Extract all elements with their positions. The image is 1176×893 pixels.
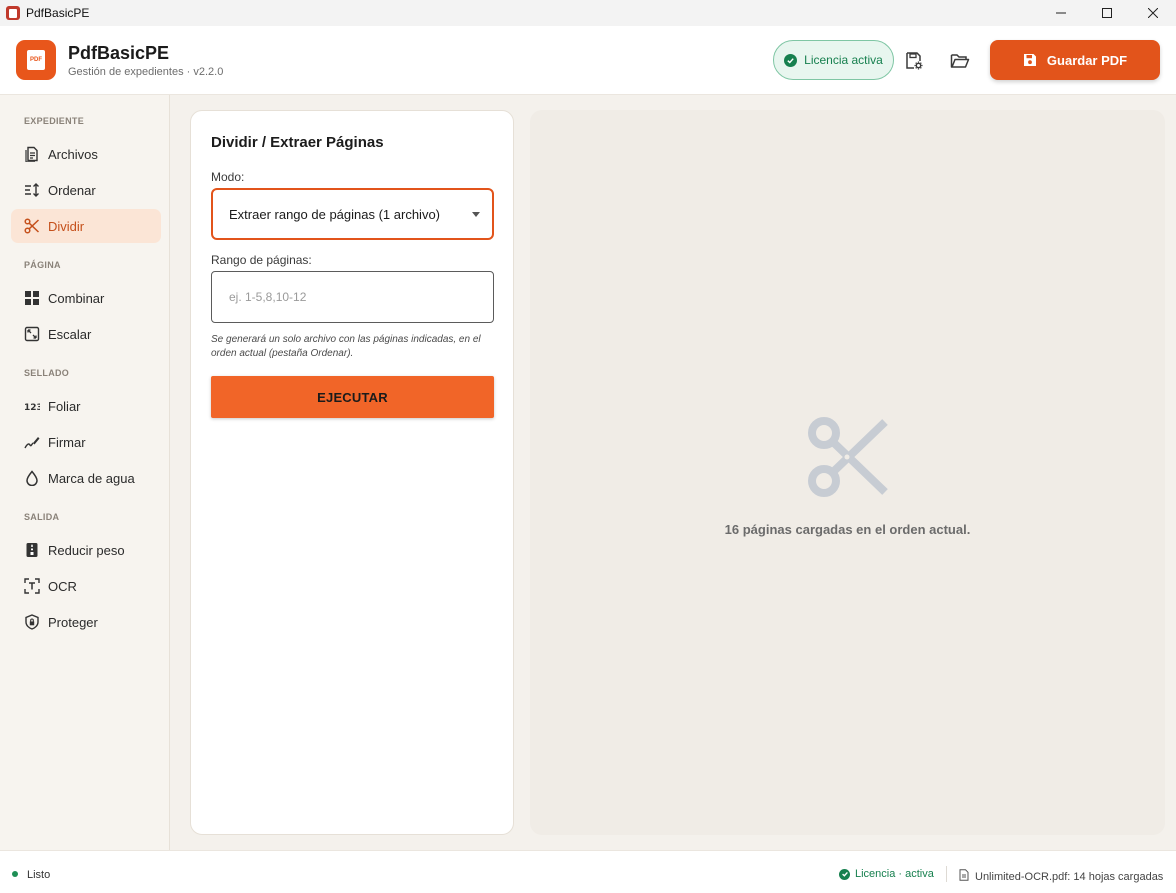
license-badge-label: Licencia activa <box>804 53 883 67</box>
split-panel: Dividir / Extraer Páginas Modo: Extraer … <box>190 110 514 835</box>
sidebar-item-dividir[interactable]: Dividir <box>11 209 161 243</box>
status-text: Listo <box>27 869 51 881</box>
license-badge[interactable]: Licencia activa <box>773 40 894 80</box>
scissors-icon <box>24 218 40 234</box>
sidebar-item-ordenar[interactable]: Ordenar <box>11 173 161 207</box>
sidebar-item-combinar[interactable]: Combinar <box>11 281 161 315</box>
maximize-icon[interactable] <box>1084 0 1130 26</box>
app-icon <box>6 6 20 20</box>
files-icon <box>24 146 40 162</box>
folder-open-icon[interactable] <box>949 50 971 72</box>
sort-icon <box>24 182 40 198</box>
sidebar-item-label: Foliar <box>48 398 81 414</box>
close-icon[interactable] <box>1130 0 1176 26</box>
preview-message: 16 páginas cargadas en el orden actual. <box>724 522 971 537</box>
app-logo: PDF <box>16 40 56 80</box>
app-header: PDF PdfBasicPE Gestión de expedientes · … <box>0 26 1176 95</box>
save-settings-icon[interactable] <box>903 50 925 72</box>
mode-select-value: Extraer rango de páginas (1 archivo) <box>229 206 441 222</box>
sidebar-item-marca-de-agua[interactable]: Marca de agua <box>11 461 161 495</box>
range-label: Rango de páginas: <box>211 253 312 267</box>
sidebar-item-reducir-peso[interactable]: Reducir peso <box>11 533 161 567</box>
grid-icon <box>24 290 40 306</box>
sidebar-item-escalar[interactable]: Escalar <box>11 317 161 351</box>
sidebar-item-label: Ordenar <box>48 182 96 198</box>
sidebar-section-salida: SALIDA <box>24 512 60 522</box>
sidebar-section-expediente: EXPEDIENTE <box>24 116 85 126</box>
sidebar-item-firmar[interactable]: Firmar <box>11 425 161 459</box>
status-file-label: Unlimited-OCR.pdf: 14 hojas cargadas <box>975 871 1164 883</box>
check-circle-icon <box>784 53 798 67</box>
sidebar-item-label: Proteger <box>48 614 98 630</box>
sidebar-item-ocr[interactable]: OCR <box>11 569 161 603</box>
ocr-icon <box>24 578 40 594</box>
status-indicator <box>12 871 18 877</box>
mode-select[interactable]: Extraer rango de páginas (1 archivo) <box>211 188 494 240</box>
execute-button[interactable]: EJECUTAR <box>211 376 494 418</box>
file-icon <box>959 868 969 886</box>
shield-icon <box>24 614 40 630</box>
sidebar-item-label: Archivos <box>48 146 98 162</box>
scissors-icon <box>807 416 889 498</box>
status-license: Licencia · activa <box>839 868 934 880</box>
save-pdf-button[interactable]: Guardar PDF <box>990 40 1160 80</box>
compress-icon <box>24 542 40 558</box>
sidebar-item-proteger[interactable]: Proteger <box>11 605 161 639</box>
sidebar-item-foliar[interactable]: 123 Foliar <box>11 389 161 423</box>
panel-title: Dividir / Extraer Páginas <box>211 134 384 151</box>
app-subtitle: Gestión de expedientes · v2.2.0 <box>68 66 224 78</box>
sidebar-item-label: Escalar <box>48 326 92 342</box>
window-title: PdfBasicPE <box>26 6 90 20</box>
floppy-disk-icon <box>1023 54 1036 66</box>
range-hint: Se generará un solo archivo con las pági… <box>211 334 481 359</box>
drop-icon <box>24 470 40 486</box>
sidebar-item-archivos[interactable]: Archivos <box>11 137 161 171</box>
scale-icon <box>24 326 40 342</box>
svg-text:123: 123 <box>24 403 40 413</box>
signature-icon <box>24 434 40 450</box>
app-name: PdfBasicPE <box>68 43 170 63</box>
status-divider <box>946 866 947 882</box>
status-license-label: Licencia · activa <box>855 868 934 880</box>
status-bar: Listo Licencia · activa Unlimited-OCR.pd… <box>0 850 1176 893</box>
caret-down-icon <box>472 212 480 217</box>
save-pdf-button-label: Guardar PDF <box>1046 52 1128 68</box>
sidebar: EXPEDIENTE Archivos Ordenar Dividir PÁGI… <box>0 95 170 850</box>
numbers-icon: 123 <box>24 398 40 414</box>
page-range-input[interactable] <box>211 271 494 323</box>
sidebar-item-label: Reducir peso <box>48 542 125 558</box>
sidebar-item-label: Firmar <box>48 434 86 450</box>
sidebar-item-label: Dividir <box>48 218 85 234</box>
logo-text: PDF <box>30 57 42 63</box>
status-file-info: Unlimited-OCR.pdf: 14 hojas cargadas <box>959 868 1163 886</box>
minimize-icon[interactable] <box>1038 0 1084 26</box>
mode-label: Modo: <box>211 170 245 184</box>
check-circle-icon <box>839 868 850 880</box>
execute-button-label: EJECUTAR <box>317 389 388 405</box>
sidebar-section-pagina: PÁGINA <box>24 260 61 270</box>
preview-area: 16 páginas cargadas en el orden actual. <box>530 110 1165 835</box>
title-bar: PdfBasicPE <box>0 0 1176 26</box>
sidebar-item-label: OCR <box>48 578 77 594</box>
sidebar-item-label: Combinar <box>48 290 105 306</box>
sidebar-section-sellado: SELLADO <box>24 368 70 378</box>
sidebar-item-label: Marca de agua <box>48 470 135 486</box>
